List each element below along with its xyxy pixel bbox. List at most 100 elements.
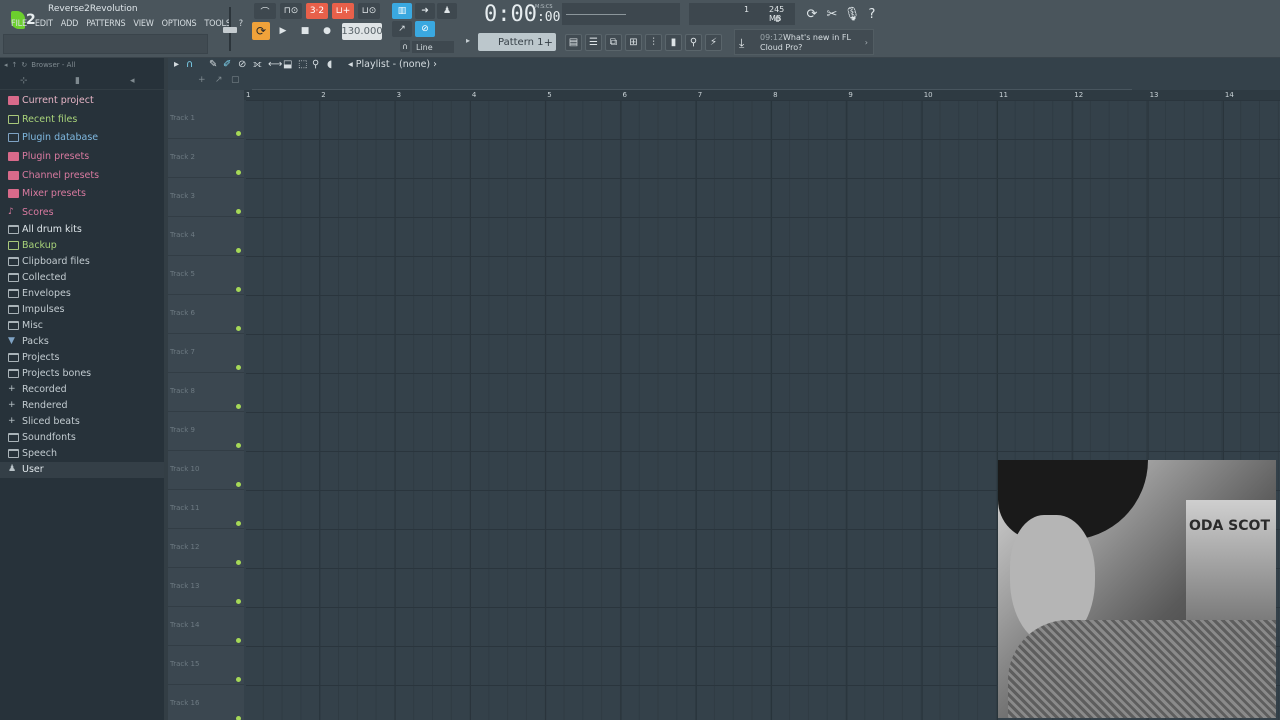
track-enable-led[interactable] <box>236 443 241 448</box>
countdown-icon[interactable]: 3·2 <box>306 3 328 19</box>
stop-button[interactable]: ■ <box>296 22 314 40</box>
menu-view[interactable]: VIEW <box>129 19 157 29</box>
snap-selector[interactable]: Line <box>412 41 454 53</box>
browser-item[interactable]: Mixer presets <box>0 184 164 203</box>
track-enable-led[interactable] <box>236 365 241 370</box>
delete-tool-icon[interactable]: ⊘ <box>238 59 246 70</box>
browser-options-icon[interactable]: ◂ <box>4 61 8 69</box>
add-pattern-icon[interactable]: + <box>544 36 553 49</box>
track-enable-led[interactable] <box>236 248 241 253</box>
browser-item[interactable]: Projects <box>0 350 164 366</box>
cut-tools-icon[interactable]: ✂ <box>823 5 841 23</box>
track-header[interactable]: Track 9 <box>168 412 244 451</box>
track-header[interactable]: Track 14 <box>168 607 244 646</box>
news-panel[interactable]: ⤓ 09:12 What's new in FL Cloud Pro? › <box>734 29 874 55</box>
track-enable-led[interactable] <box>236 170 241 175</box>
browser-item[interactable]: ▼ Packs <box>0 334 164 350</box>
tempo-display[interactable]: 130.000 <box>341 23 383 40</box>
playlist-window-icon[interactable]: ▤ <box>565 34 582 51</box>
browser-item[interactable]: Clipboard files <box>0 254 164 270</box>
timeline-ruler[interactable]: 1 2 3 4 5 6 7 8 9 10 11 12 13 14 <box>244 90 1280 100</box>
select-tool-icon[interactable]: ⬚ <box>298 59 307 70</box>
track-header[interactable]: Track 16 <box>168 685 244 720</box>
microphone-icon[interactable]: 🎙 <box>843 5 861 23</box>
browser-item[interactable]: All drum kits <box>0 222 164 238</box>
track-header[interactable]: Track 3 <box>168 178 244 217</box>
typing-keyboard-icon[interactable]: ▥ <box>392 3 412 19</box>
tracks-add-icon[interactable]: + <box>198 75 206 85</box>
paint-tool-icon[interactable]: ✐ <box>223 59 231 70</box>
track-header[interactable]: Track 2 <box>168 139 244 178</box>
master-volume-slider[interactable] <box>219 5 241 53</box>
track-header[interactable]: Track 10 <box>168 451 244 490</box>
track-enable-led[interactable] <box>236 677 241 682</box>
track-header[interactable]: Track 12 <box>168 529 244 568</box>
browser-item[interactable]: Impulses <box>0 302 164 318</box>
browser-refresh-icon[interactable]: ↻ <box>21 61 27 69</box>
track-enable-led[interactable] <box>236 482 241 487</box>
browser-item[interactable]: + Recorded <box>0 382 164 398</box>
metronome-icon[interactable]: ⌒ <box>254 3 276 19</box>
undo-history-icon[interactable]: ⟳ <box>803 5 821 23</box>
track-enable-led[interactable] <box>236 287 241 292</box>
track-enable-led[interactable] <box>236 404 241 409</box>
track-header[interactable]: Track 11 <box>168 490 244 529</box>
browser-icon[interactable]: ▮ <box>665 34 682 51</box>
touch-keyboard-icon[interactable]: ⚡ <box>705 34 722 51</box>
slip-tool-icon[interactable]: ⟷ <box>268 59 282 70</box>
menu-add[interactable]: ADD <box>57 19 82 29</box>
zoom-tool-icon[interactable]: ⚲ <box>312 59 319 70</box>
track-header[interactable]: Track 5 <box>168 256 244 295</box>
channel-rack-icon[interactable]: ☰ <box>585 34 602 51</box>
playlist-menu-icon[interactable]: ▸ <box>174 59 179 70</box>
step-edit-icon[interactable]: ➜ <box>415 3 435 19</box>
browser-menu-icon[interactable]: ◂ <box>130 76 135 86</box>
track-enable-led[interactable] <box>236 326 241 331</box>
paint-icon[interactable]: ↗ <box>392 21 412 37</box>
menu-edit[interactable]: EDIT <box>31 19 57 29</box>
track-header[interactable]: Track 8 <box>168 373 244 412</box>
collapse-icon[interactable]: ⊹ <box>20 76 28 86</box>
browser-item[interactable]: Current project <box>0 91 164 110</box>
mixer-icon[interactable]: ⧉ <box>605 34 622 51</box>
link-icon[interactable]: ⊘ <box>415 21 435 37</box>
track-header[interactable]: Track 7 <box>168 334 244 373</box>
slice-tool-icon[interactable]: ⬓ <box>283 59 292 70</box>
browser-back-icon[interactable]: ↑ <box>12 61 18 69</box>
help-icon[interactable]: ? <box>863 5 881 23</box>
browser-item[interactable]: ♟ User <box>0 461 164 478</box>
draw-tool-icon[interactable]: ✎ <box>209 59 217 70</box>
playback-tool-icon[interactable]: ◖ <box>327 59 332 70</box>
track-enable-led[interactable] <box>236 131 241 136</box>
track-enable-led[interactable] <box>236 560 241 565</box>
track-enable-led[interactable] <box>236 599 241 604</box>
multilink-icon[interactable]: ♟ <box>437 3 457 19</box>
plugin-icon[interactable]: ⚲ <box>685 34 702 51</box>
track-header[interactable]: Track 15 <box>168 646 244 685</box>
browser-item[interactable]: + Sliced beats <box>0 414 164 430</box>
track-header[interactable]: Track 4 <box>168 217 244 256</box>
browser-item[interactable]: Soundfonts <box>0 430 164 446</box>
piano-roll-icon[interactable]: ⊞ <box>625 34 642 51</box>
magnet-icon[interactable]: ∩ <box>400 40 410 52</box>
track-header[interactable]: Track 6 <box>168 295 244 334</box>
browser-item[interactable]: Backup <box>0 238 164 254</box>
track-enable-led[interactable] <box>236 209 241 214</box>
browser-item[interactable]: Collected <box>0 270 164 286</box>
wait-for-input-icon[interactable]: ⊓⊙ <box>280 3 302 19</box>
browser-item[interactable]: Speech <box>0 446 164 462</box>
mute-tool-icon[interactable]: ⟗ <box>253 59 262 70</box>
track-enable-led[interactable] <box>236 716 241 720</box>
browser-item[interactable]: Recent files <box>0 110 164 129</box>
picker-icon[interactable]: ▢ <box>231 75 240 85</box>
record-button[interactable]: ● <box>318 22 336 40</box>
play-button[interactable]: ▶ <box>274 22 292 40</box>
browser-item[interactable]: Projects bones <box>0 366 164 382</box>
browser-item[interactable]: Misc <box>0 318 164 334</box>
mixer-faders-icon[interactable]: ⫶ <box>645 34 662 51</box>
menu-file[interactable]: FILE <box>7 19 31 29</box>
pattern-selector[interactable]: Pattern 1 + <box>478 33 556 51</box>
track-header[interactable]: Track 1 <box>168 100 244 139</box>
browser-item[interactable]: Plugin database <box>0 128 164 147</box>
track-enable-led[interactable] <box>236 638 241 643</box>
